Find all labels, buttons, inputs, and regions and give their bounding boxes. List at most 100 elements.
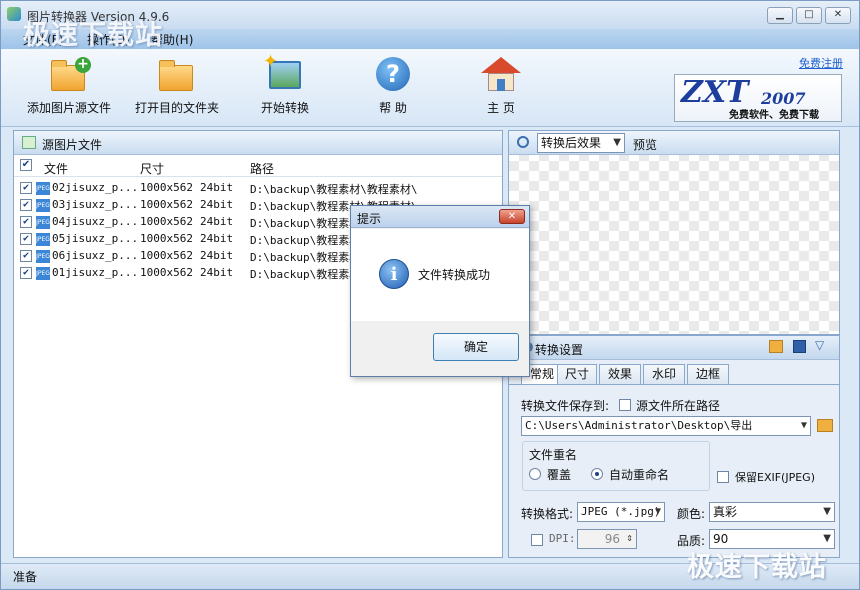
status-text: 准备 (13, 570, 38, 584)
save-path-select[interactable]: C:\Users\Administrator\Desktop\导出 ▼ (521, 416, 811, 436)
row-checkbox[interactable]: ✔ (20, 250, 32, 262)
file-row[interactable]: ✔ JPEG 02jisuxz_p... 1000x562 24bit D:\b… (14, 180, 502, 197)
row-checkbox[interactable]: ✔ (20, 199, 32, 211)
tab-border[interactable]: 边框 (687, 364, 729, 384)
help-icon: ? (373, 57, 413, 93)
column-size[interactable]: 尺寸 (140, 160, 164, 177)
file-list-header: ✔ 文件 尺寸 路径 (14, 157, 502, 177)
tab-size[interactable]: 尺寸 (557, 364, 597, 384)
file-name: 01jisuxz_p... (52, 266, 139, 279)
home-button[interactable]: 主 页 (481, 57, 521, 116)
start-convert-label: 开始转换 (260, 101, 309, 115)
overwrite-radio[interactable] (529, 468, 541, 480)
ok-button[interactable]: 确定 (433, 333, 519, 361)
tab-watermark[interactable]: 水印 (643, 364, 685, 384)
jpeg-file-icon: JPEG (36, 199, 50, 212)
collapse-icon[interactable]: ▽ (815, 338, 824, 352)
select-all-checkbox[interactable]: ✔ (20, 159, 32, 171)
minimize-button[interactable]: ▁ (767, 7, 793, 24)
preview-panel-header: 转换后效果 ▼ 预览 (509, 131, 839, 155)
auto-rename-label: 自动重命名 (609, 468, 670, 482)
save-path-value: C:\Users\Administrator\Desktop\导出 (525, 419, 753, 432)
file-name: 02jisuxz_p... (52, 181, 139, 194)
format-value: JPEG (*.jpg) (581, 505, 661, 518)
message-dialog: 提示 ✕ i 文件转换成功 确定 (350, 205, 530, 377)
file-name: 06jisuxz_p... (52, 249, 139, 262)
info-icon: i (379, 259, 409, 289)
chevron-down-icon: ▼ (800, 420, 807, 431)
jpeg-file-icon: JPEG (36, 182, 50, 195)
file-depth: 24bit (200, 232, 234, 245)
dialog-message: 文件转换成功 (418, 268, 491, 282)
source-path-label: 源文件所在路径 (636, 399, 721, 413)
file-depth: 24bit (200, 198, 234, 211)
dialog-title-bar[interactable]: 提示 ✕ (351, 206, 529, 228)
settings-body: 转换文件保存到: 源文件所在路径 C:\Users\Administrator\… (509, 384, 839, 559)
tab-effect[interactable]: 效果 (599, 364, 641, 384)
jpeg-file-icon: JPEG (36, 233, 50, 246)
open-settings-icon[interactable] (769, 340, 783, 353)
register-link[interactable]: 免费注册 (799, 55, 843, 71)
column-file[interactable]: 文件 (44, 160, 68, 177)
preview-mode-value: 转换后效果 (541, 136, 602, 150)
save-to-label: 转换文件保存到: (521, 399, 610, 413)
dpi-label: DPI: (549, 532, 576, 545)
dialog-body: i 文件转换成功 (351, 229, 529, 321)
file-path: D:\backup\教程素材\教程素材\ (250, 183, 418, 196)
preview-mode-select[interactable]: 转换后效果 ▼ (537, 133, 625, 153)
settings-header: 转换设置 ▽ (509, 336, 839, 360)
file-name: 03jisuxz_p... (52, 198, 139, 211)
image-icon (22, 136, 36, 149)
file-name: 05jisuxz_p... (52, 232, 139, 245)
dialog-close-button[interactable]: ✕ (499, 209, 525, 224)
file-size: 1000x562 (140, 215, 193, 228)
file-size: 1000x562 (140, 266, 193, 279)
source-panel-header: 源图片文件 (14, 131, 502, 155)
add-source-button[interactable]: + 添加图片源文件 (25, 57, 113, 116)
file-depth: 24bit (200, 215, 234, 228)
color-select[interactable]: 真彩 ▼ (709, 502, 835, 522)
maximize-button[interactable]: □ (796, 7, 822, 24)
auto-rename-radio[interactable] (591, 468, 603, 480)
preview-label: 预览 (633, 138, 658, 152)
help-label: 帮 助 (379, 101, 407, 115)
close-window-button[interactable]: ✕ (825, 7, 851, 24)
file-size: 1000x562 (140, 198, 193, 211)
file-size: 1000x562 (140, 181, 193, 194)
row-checkbox[interactable]: ✔ (20, 267, 32, 279)
save-settings-icon[interactable] (793, 340, 806, 353)
dialog-title: 提示 (357, 212, 382, 226)
app-icon (7, 7, 21, 21)
format-label: 转换格式: (521, 507, 574, 521)
color-value: 真彩 (713, 505, 738, 519)
file-size: 1000x562 (140, 232, 193, 245)
row-checkbox[interactable]: ✔ (20, 182, 32, 194)
row-checkbox[interactable]: ✔ (20, 216, 32, 228)
help-button[interactable]: ? 帮 助 (373, 57, 413, 116)
browse-folder-icon[interactable] (817, 419, 833, 432)
row-checkbox[interactable]: ✔ (20, 233, 32, 245)
keep-exif-checkbox[interactable] (717, 471, 729, 483)
open-target-folder-label: 打开目的文件夹 (134, 101, 219, 115)
source-path-checkbox[interactable] (619, 399, 631, 411)
color-label: 颜色: (677, 507, 706, 521)
chevron-down-icon: ▼ (823, 506, 831, 517)
jpeg-file-icon: JPEG (36, 216, 50, 229)
dpi-checkbox[interactable] (531, 534, 543, 546)
format-select[interactable]: JPEG (*.jpg) ▼ (577, 502, 665, 522)
start-convert-button[interactable]: ✦ 开始转换 (257, 51, 313, 116)
zxt-logo[interactable]: ZXT 2007 免费软件、免费下载 (674, 74, 842, 122)
file-depth: 24bit (200, 266, 234, 279)
column-path[interactable]: 路径 (250, 160, 274, 177)
chevron-down-icon: ▼ (613, 137, 621, 148)
dpi-stepper[interactable]: 96 ⇕ (577, 529, 637, 549)
convert-settings-panel: 转换设置 ▽ 常规 尺寸 效果 水印 边框 转换文件保存到: 源文件所在路径 C… (508, 335, 840, 558)
logo-text: ZXT (681, 75, 749, 110)
preview-panel: 转换后效果 ▼ 预览 (508, 130, 840, 335)
keep-exif-label: 保留EXIF(JPEG) (735, 471, 815, 484)
open-target-folder-button[interactable]: 打开目的文件夹 (133, 57, 221, 116)
file-depth: 24bit (200, 181, 234, 194)
jpeg-file-icon: JPEG (36, 267, 50, 280)
app-window: 图片转换器 Version 4.9.6 ▁ □ ✕ 文件(F) 操作(O) 帮助… (0, 0, 860, 590)
file-name: 04jisuxz_p... (52, 215, 139, 228)
